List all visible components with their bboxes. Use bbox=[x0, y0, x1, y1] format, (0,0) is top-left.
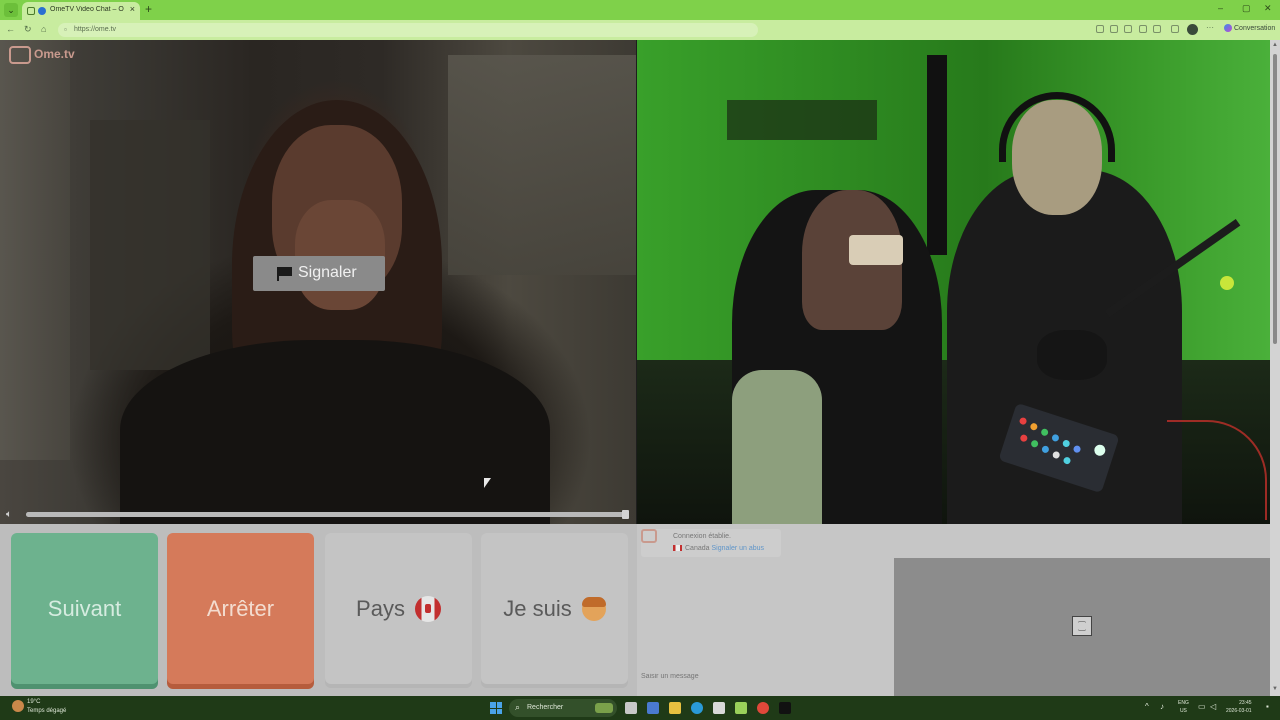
ometv-logo[interactable]: Ome.tv bbox=[9, 46, 79, 64]
flag-icon bbox=[277, 267, 292, 281]
copilot-app-icon[interactable] bbox=[647, 702, 659, 714]
extension-icon[interactable] bbox=[1096, 25, 1104, 33]
home-icon[interactable]: ⌂ bbox=[41, 24, 46, 34]
browser-tab[interactable]: OmeTV Video Chat – Omeg × bbox=[22, 2, 140, 20]
tab-close-icon[interactable]: × bbox=[130, 4, 135, 14]
language-indicator[interactable]: ENG US bbox=[1178, 699, 1189, 715]
edge-browser-icon[interactable] bbox=[691, 702, 703, 714]
stranger-video: Ome.tv Signaler 🔈︎ bbox=[0, 40, 636, 540]
report-button[interactable]: Signaler bbox=[253, 256, 385, 291]
mouse-cursor bbox=[484, 478, 491, 488]
weather-icon[interactable] bbox=[12, 700, 24, 712]
address-bar[interactable]: ▫ https://ome.tv bbox=[58, 23, 758, 37]
store-icon[interactable] bbox=[713, 702, 725, 714]
search-icon: ⌕ bbox=[515, 702, 521, 712]
network-icon[interactable]: ▭ bbox=[1198, 702, 1206, 711]
notifications-icon[interactable]: ▪ bbox=[1266, 702, 1269, 711]
weather-description: Temps dégagé bbox=[27, 708, 67, 714]
copilot-label: Conversation bbox=[1234, 24, 1276, 32]
vpn-app-icon[interactable] bbox=[735, 702, 747, 714]
file-explorer-icon[interactable] bbox=[669, 702, 681, 714]
controls-area: Suivant Arrêter Pays Je suis Connexion é… bbox=[0, 524, 1270, 696]
connection-status: Connexion établie. bbox=[673, 533, 731, 540]
clock[interactable]: 23:45 2026-03-01 bbox=[1226, 699, 1252, 715]
scrollbar-thumb[interactable] bbox=[1273, 54, 1277, 344]
logo-icon bbox=[9, 46, 31, 64]
report-label: Signaler bbox=[298, 264, 357, 281]
refresh-icon[interactable]: ↻ bbox=[24, 24, 32, 35]
gender-label: Je suis bbox=[503, 595, 572, 621]
canada-flag-icon bbox=[673, 545, 682, 552]
weather-temperature: 19°C bbox=[27, 699, 41, 705]
chrome-app-icon[interactable] bbox=[757, 702, 769, 714]
zoom-icon[interactable] bbox=[1124, 25, 1132, 33]
stranger-country: Canada Signaler un abus bbox=[673, 545, 764, 552]
windows-start-icon[interactable] bbox=[490, 702, 502, 714]
tab-title: OmeTV Video Chat – Omeg bbox=[50, 6, 124, 13]
logo-text: Ome.tv bbox=[34, 47, 75, 61]
country-filter-button[interactable]: Pays bbox=[325, 533, 472, 684]
system-message: Connexion établie. Canada Signaler un ab… bbox=[641, 529, 781, 557]
gender-select-button[interactable]: Je suis bbox=[481, 533, 628, 684]
report-abuse-link[interactable]: Signaler un abus bbox=[711, 545, 764, 552]
canada-flag-icon bbox=[414, 595, 441, 622]
lock-icon: ▫ bbox=[64, 25, 67, 34]
tab-actions-button[interactable]: ⌄ bbox=[4, 3, 18, 17]
volume-thumb[interactable] bbox=[622, 510, 629, 519]
maximize-button[interactable]: ▢ bbox=[1242, 3, 1251, 14]
tab-favicon-icon bbox=[38, 7, 46, 15]
country-label: Pays bbox=[356, 595, 405, 621]
next-button[interactable]: Suivant bbox=[11, 533, 158, 684]
language-code: ENG bbox=[1178, 700, 1189, 706]
volume-slider[interactable] bbox=[26, 510, 629, 519]
volume-fill bbox=[26, 512, 629, 517]
self-preview-video: ⁐ bbox=[894, 558, 1270, 696]
task-view-icon[interactable] bbox=[625, 702, 637, 714]
copilot-icon bbox=[1224, 24, 1232, 32]
clock-date: 2026-03-01 bbox=[1226, 708, 1252, 714]
chat-message-input[interactable] bbox=[641, 669, 891, 683]
back-icon[interactable]: ← bbox=[6, 24, 15, 34]
minimize-button[interactable]: – bbox=[1218, 3, 1223, 13]
url-text: https://ome.tv bbox=[74, 26, 117, 33]
volume-control: 🔈︎ bbox=[0, 506, 636, 524]
chat-panel: Connexion établie. Canada Signaler un ab… bbox=[637, 524, 1270, 696]
stop-button[interactable]: Arrêter bbox=[167, 533, 314, 684]
profile-avatar[interactable] bbox=[1187, 24, 1198, 35]
speaker-icon[interactable]: 🔈︎ bbox=[6, 509, 12, 520]
split-screen-icon[interactable] bbox=[1153, 25, 1161, 33]
browser-toolbar: ← ↻ ⌂ ▫ https://ome.tv ··· Conversation bbox=[0, 20, 1280, 40]
clock-time: 23:45 bbox=[1239, 700, 1252, 706]
own-webcam-video bbox=[637, 40, 1270, 524]
ometv-page: Ome.tv Signaler 🔈︎ ▲ ▼ Suivant Arrêter P… bbox=[0, 40, 1280, 696]
favorite-star-icon[interactable] bbox=[1139, 25, 1147, 33]
tray-overflow-icon[interactable]: ^ bbox=[1145, 702, 1149, 711]
scroll-up-icon[interactable]: ▲ bbox=[1272, 42, 1278, 48]
volume-tray-icon[interactable]: ◁ bbox=[1210, 702, 1216, 711]
country-name: Canada bbox=[685, 545, 710, 552]
taskbar-search[interactable]: ⌕ Rechercher bbox=[509, 699, 617, 717]
boy-emoji-icon bbox=[581, 596, 606, 621]
collections-icon[interactable] bbox=[1171, 25, 1179, 33]
page-scrollbar[interactable]: ▲ ▼ bbox=[1270, 40, 1280, 696]
tab-group-icon bbox=[27, 7, 35, 15]
microphone-icon[interactable]: ♪ bbox=[1160, 702, 1164, 711]
broken-image-icon: ⁐ bbox=[1072, 616, 1092, 636]
search-label: Rechercher bbox=[527, 704, 564, 711]
reader-icon[interactable] bbox=[1110, 25, 1118, 33]
scroll-down-icon[interactable]: ▼ bbox=[1272, 686, 1278, 692]
browser-tab-bar: ⌄ OmeTV Video Chat – Omeg × + – ▢ ✕ bbox=[0, 0, 1280, 20]
close-window-button[interactable]: ✕ bbox=[1264, 3, 1272, 14]
audio-app-icon[interactable] bbox=[779, 702, 791, 714]
keyboard-layout: US bbox=[1179, 708, 1187, 714]
copilot-button[interactable]: Conversation bbox=[1224, 24, 1275, 32]
windows-taskbar: 19°C Temps dégagé ⌕ Rechercher ^ ♪ ENG U… bbox=[0, 696, 1280, 720]
more-menu-icon[interactable]: ··· bbox=[1206, 23, 1214, 32]
new-tab-button[interactable]: + bbox=[145, 2, 152, 16]
ometv-logo-icon bbox=[641, 529, 657, 543]
